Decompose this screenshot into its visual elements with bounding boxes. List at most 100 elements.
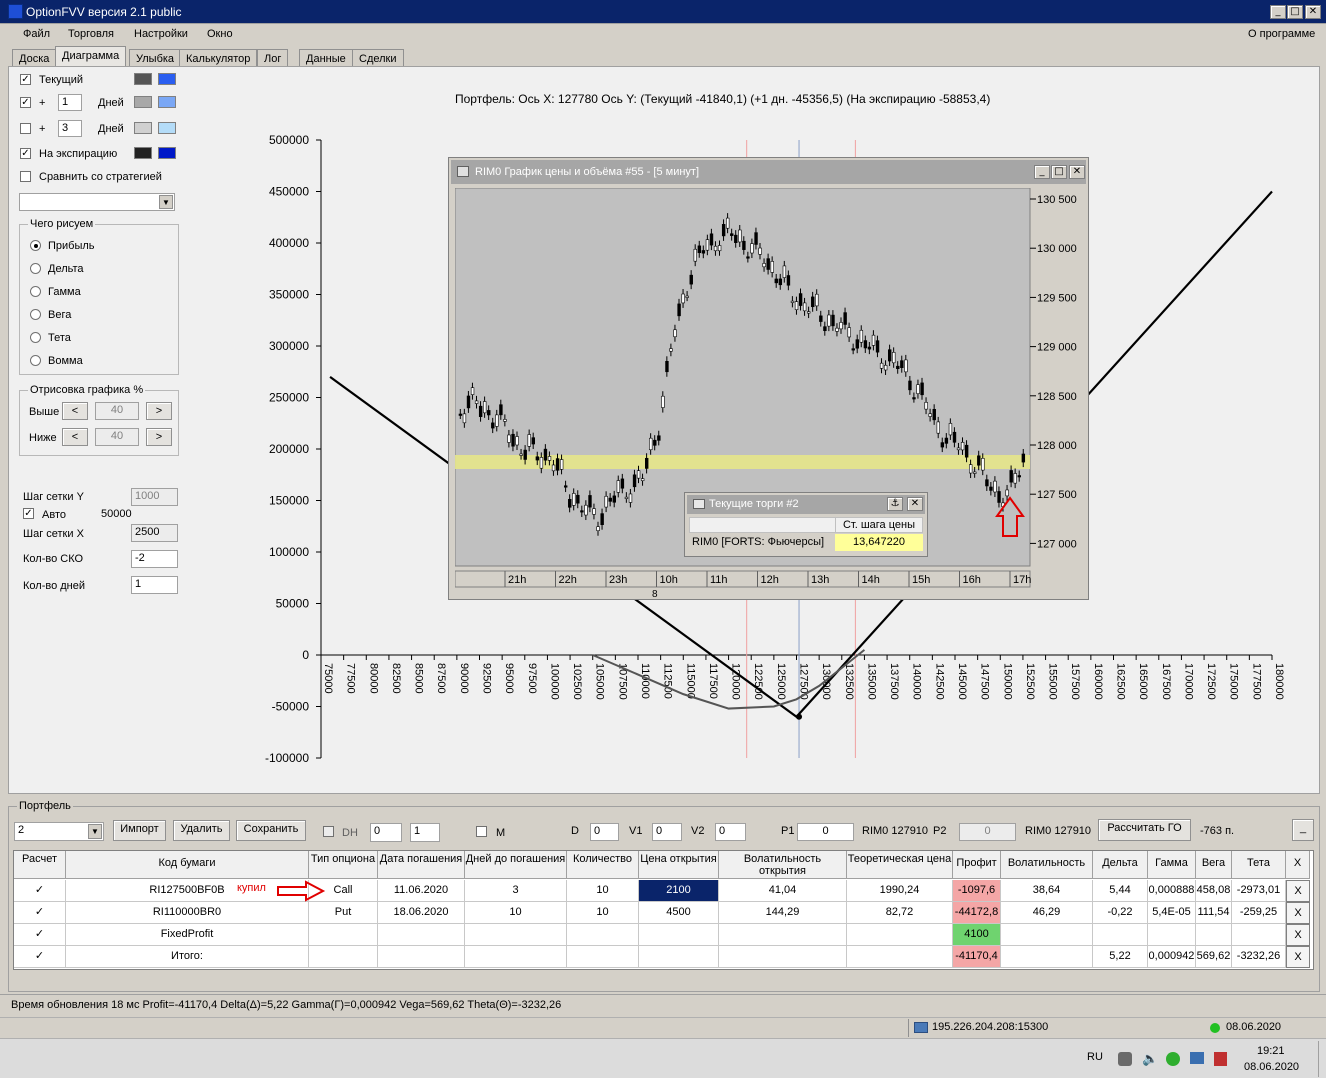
sko-input[interactable]: -2 <box>131 550 178 568</box>
save-button[interactable]: Сохранить <box>236 820 306 841</box>
grid-x-input[interactable]: 2500 <box>131 524 178 542</box>
plus1-color-swatch[interactable] <box>134 96 152 108</box>
plus1-accent-swatch[interactable] <box>158 96 176 108</box>
header-remove[interactable]: X <box>1286 851 1310 879</box>
above-value[interactable]: 40 <box>95 402 139 420</box>
expiry-checkbox[interactable]: ✓ <box>20 148 31 159</box>
radio-vega[interactable] <box>30 309 41 320</box>
chart-maximize-button[interactable]: □ <box>1051 165 1067 179</box>
chart-close-button[interactable]: ✕ <box>1069 165 1085 179</box>
tab-log[interactable]: Лог <box>257 49 289 67</box>
show-desktop-button[interactable] <box>1318 1041 1324 1077</box>
below-decrease-button[interactable]: < <box>62 428 88 446</box>
radio-gamma[interactable] <box>30 286 41 297</box>
plus3-color-swatch[interactable] <box>134 122 152 134</box>
auto-checkbox[interactable]: ✓ <box>23 508 34 519</box>
row-calc-checkbox[interactable]: ✓ <box>14 902 66 924</box>
tab-calculator[interactable]: Калькулятор <box>179 49 258 67</box>
p2-input[interactable]: 0 <box>959 823 1016 841</box>
portfolio-minimize-button[interactable]: _ <box>1292 819 1314 841</box>
tab-data[interactable]: Данные <box>299 49 353 67</box>
above-increase-button[interactable]: > <box>146 402 172 420</box>
plus1-checkbox[interactable]: ✓ <box>20 97 31 108</box>
header-gamma[interactable]: Гамма <box>1148 851 1196 879</box>
header-vol[interactable]: Волатильность <box>1001 851 1093 879</box>
header-delta[interactable]: Дельта <box>1093 851 1148 879</box>
header-theor-price[interactable]: Теоретическая цена <box>847 851 953 879</box>
v1-input[interactable]: 0 <box>652 823 682 841</box>
header-theta[interactable]: Тета <box>1232 851 1286 879</box>
expiry-accent-swatch[interactable] <box>158 147 176 159</box>
volume-icon[interactable]: 🔈 <box>1142 1052 1158 1067</box>
tab-deals[interactable]: Сделки <box>352 49 404 67</box>
header-open-vol[interactable]: Волатильность открытия <box>719 851 847 879</box>
import-button[interactable]: Импорт <box>113 820 166 841</box>
trades-close-button[interactable]: ✕ <box>907 497 923 511</box>
current-color-swatch[interactable] <box>134 73 152 85</box>
v2-input[interactable]: 0 <box>715 823 746 841</box>
compare-checkbox[interactable] <box>20 171 31 182</box>
grid-y-input[interactable]: 1000 <box>131 488 178 506</box>
radio-vomma[interactable] <box>30 355 41 366</box>
radio-profit[interactable] <box>30 240 41 251</box>
radio-theta[interactable] <box>30 332 41 343</box>
close-button[interactable]: ✕ <box>1305 5 1321 19</box>
menu-window[interactable]: Окно <box>207 28 233 40</box>
tab-board[interactable]: Доска <box>12 49 57 67</box>
header-qty[interactable]: Количество <box>567 851 639 879</box>
remove-row-button[interactable]: X <box>1286 902 1310 924</box>
m-checkbox[interactable] <box>476 826 487 837</box>
above-decrease-button[interactable]: < <box>62 402 88 420</box>
header-vega[interactable]: Вега <box>1196 851 1232 879</box>
row-calc-checkbox[interactable]: ✓ <box>14 946 66 968</box>
remove-row-button[interactable]: X <box>1286 880 1310 902</box>
chevron-down-icon[interactable]: ▼ <box>88 824 102 839</box>
minimize-button[interactable]: _ <box>1270 5 1286 19</box>
delete-button[interactable]: Удалить <box>173 820 230 841</box>
tray-app-icon[interactable] <box>1214 1052 1227 1066</box>
current-checkbox[interactable]: ✓ <box>20 74 31 85</box>
row-calc-checkbox[interactable]: ✓ <box>14 924 66 946</box>
dh-spin-input-2[interactable]: 1 <box>410 823 440 842</box>
below-value[interactable]: 40 <box>95 428 139 446</box>
language-indicator[interactable]: RU <box>1087 1051 1103 1063</box>
header-calc[interactable]: Расчет <box>14 851 66 879</box>
radio-delta[interactable] <box>30 263 41 274</box>
dh-spin-input[interactable]: 0 <box>370 823 402 842</box>
portfolio-select[interactable]: 2 ▼ <box>14 822 104 841</box>
tray-check-icon[interactable] <box>1166 1052 1180 1066</box>
chevron-down-icon[interactable]: ▼ <box>159 195 173 209</box>
chart-minimize-button[interactable]: _ <box>1034 165 1050 179</box>
strategy-select[interactable]: ▼ <box>19 193 175 211</box>
menu-settings[interactable]: Настройки <box>134 28 188 40</box>
tray-network-icon[interactable] <box>1118 1052 1132 1066</box>
calc-go-button[interactable]: Рассчитать ГО <box>1098 819 1191 841</box>
header-days[interactable]: Дней до погашения <box>465 851 567 879</box>
header-code[interactable]: Код бумаги <box>66 851 309 879</box>
anchor-icon[interactable]: ⚓ <box>887 497 903 511</box>
row-calc-checkbox[interactable]: ✓ <box>14 880 66 902</box>
header-open-price[interactable]: Цена открытия <box>639 851 719 879</box>
plus3-accent-swatch[interactable] <box>158 122 176 134</box>
below-increase-button[interactable]: > <box>146 428 172 446</box>
plus1-days-input[interactable]: 1 <box>58 94 82 111</box>
header-type[interactable]: Тип опциона <box>309 851 378 879</box>
dh-checkbox[interactable] <box>323 826 334 837</box>
tab-diagram[interactable]: Диаграмма <box>55 46 127 67</box>
days-count-input[interactable]: 1 <box>131 576 178 594</box>
tray-monitor-icon[interactable] <box>1190 1052 1204 1064</box>
menu-about[interactable]: О программе <box>1248 28 1315 40</box>
p1-input[interactable]: 0 <box>797 823 854 841</box>
remove-row-button[interactable]: X <box>1286 946 1310 968</box>
header-expiry[interactable]: Дата погашения <box>378 851 465 879</box>
menu-trading[interactable]: Торговля <box>68 28 114 40</box>
maximize-button[interactable]: □ <box>1287 5 1303 19</box>
d-input[interactable]: 0 <box>590 823 619 841</box>
price-chart-titlebar[interactable]: RIM0 График цены и объёма #55 - [5 минут… <box>451 160 1086 184</box>
current-accent-swatch[interactable] <box>158 73 176 85</box>
remove-row-button[interactable]: X <box>1286 924 1310 946</box>
menu-file[interactable]: Файл <box>23 28 50 40</box>
trades-window[interactable]: Текущие торги #2 ⚓ ✕ Ст. шага цены RIM0 … <box>684 492 928 557</box>
tab-smile[interactable]: Улыбка <box>129 49 182 67</box>
header-profit[interactable]: Профит <box>953 851 1001 879</box>
